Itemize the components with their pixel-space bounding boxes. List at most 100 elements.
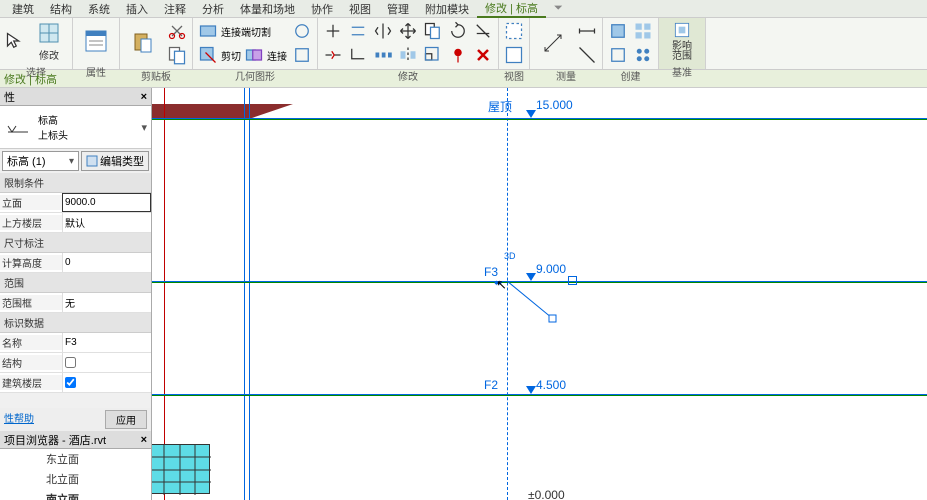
trim-corner-button[interactable]	[347, 44, 369, 66]
property-section-header: 限制条件	[0, 173, 151, 193]
property-section-header: 范围	[0, 273, 151, 293]
scale-button[interactable]	[422, 44, 444, 66]
property-checkbox[interactable]	[65, 377, 76, 388]
menu-item[interactable]: 注释	[156, 1, 194, 17]
copy-button[interactable]	[166, 44, 188, 66]
properties-palette-button[interactable]	[77, 20, 115, 62]
close-icon[interactable]: ×	[141, 91, 147, 103]
property-label: 立面	[0, 195, 62, 210]
level-marker-line[interactable]	[152, 394, 927, 395]
property-row: 立面9000.0	[0, 193, 151, 213]
menu-item[interactable]: 插入	[118, 1, 156, 17]
property-value[interactable]	[62, 353, 151, 372]
properties-header: 性 ×	[0, 88, 151, 106]
create-btn-2[interactable]	[632, 20, 654, 42]
level-marker-line[interactable]	[152, 118, 927, 119]
edit-type-button[interactable]: 编辑类型	[81, 151, 149, 171]
type-name: 上标头	[38, 127, 135, 142]
property-value[interactable]: 无	[62, 293, 151, 312]
property-value[interactable]: F3	[62, 333, 151, 352]
property-value[interactable]: 0	[62, 253, 151, 272]
menu-item[interactable]: 视图	[341, 1, 379, 17]
level-name-roof[interactable]: 屋顶	[488, 98, 512, 115]
property-row: 结构	[0, 353, 151, 373]
property-value[interactable]	[62, 373, 151, 392]
split-button[interactable]	[322, 44, 344, 66]
property-label: 上方楼层	[0, 215, 62, 230]
menu-item[interactable]: 协作	[303, 1, 341, 17]
view-hide-button[interactable]	[503, 20, 525, 42]
offset-button[interactable]	[347, 20, 369, 42]
create-btn-1[interactable]	[607, 20, 629, 42]
level-elev-roof[interactable]: 15.000	[536, 98, 573, 112]
copy-button[interactable]	[422, 20, 444, 42]
create-btn-3[interactable]	[607, 44, 629, 66]
property-row: 建筑楼层	[0, 373, 151, 393]
roof-slope[interactable]	[249, 104, 293, 119]
tree-item[interactable]: 东立面	[0, 449, 151, 469]
modify-button[interactable]: 修改	[30, 20, 68, 62]
property-value[interactable]: 9000.0	[62, 193, 151, 212]
instance-filter-dropdown[interactable]: 标高 (1)	[2, 151, 79, 171]
level-end-handle[interactable]	[507, 278, 567, 328]
menu-item[interactable]: 分析	[194, 1, 232, 17]
menu-item[interactable]: 体量和场地	[232, 1, 303, 17]
property-section-header: 尺寸标注	[0, 233, 151, 253]
3d-toggle[interactable]: 3D	[504, 251, 516, 261]
view-override-button[interactable]	[503, 44, 525, 66]
property-value[interactable]: 默认	[62, 213, 151, 232]
dim-button-2[interactable]	[576, 44, 598, 66]
create-btn-4[interactable]	[632, 44, 654, 66]
join-button[interactable]	[243, 44, 265, 66]
menu-item[interactable]: 管理	[379, 1, 417, 17]
menu-item[interactable]: 系统	[80, 1, 118, 17]
roof-element[interactable]	[152, 104, 250, 118]
property-row: 名称F3	[0, 333, 151, 353]
align-button[interactable]	[322, 20, 344, 42]
rotate-button[interactable]	[447, 20, 469, 42]
geom-btn-2[interactable]	[291, 44, 313, 66]
mirror-axis-button[interactable]	[372, 20, 394, 42]
menu-item[interactable]: 附加模块	[417, 1, 477, 17]
menu-item[interactable]: 建筑	[4, 1, 42, 17]
array-button[interactable]	[372, 44, 394, 66]
pin-button[interactable]	[447, 44, 469, 66]
cut-button[interactable]	[166, 20, 188, 42]
ribbon-group-label: 属性	[77, 62, 115, 79]
tree-item[interactable]: 南立面	[0, 489, 151, 500]
tree-item[interactable]: 北立面	[0, 469, 151, 489]
menu-item[interactable]: 结构	[42, 1, 80, 17]
level-elev-f1[interactable]: ±0.000	[528, 488, 565, 500]
cope-button[interactable]	[197, 20, 219, 42]
wall-line	[249, 88, 250, 500]
apply-button[interactable]: 应用	[105, 410, 147, 429]
selection-arrow-icon[interactable]	[4, 30, 26, 52]
delete-button[interactable]	[472, 44, 494, 66]
measure-button[interactable]	[534, 22, 572, 64]
level-elev-f3[interactable]: 9.000	[536, 262, 566, 276]
menu-item[interactable]: 修改 | 标高	[477, 0, 546, 18]
project-browser-tree[interactable]: 东立面北立面南立面西立面图例明细表/数量-图纸 (全部)+001 - 总平面图+…	[0, 449, 151, 500]
close-icon[interactable]: ×	[141, 434, 147, 446]
scope-box-button[interactable]: 影响 范围	[663, 20, 701, 62]
level-bubble-toggle[interactable]	[568, 276, 577, 285]
cut-geom-button[interactable]	[197, 44, 219, 66]
mirror-draw-button[interactable]	[397, 44, 419, 66]
level-name-f2[interactable]: F2	[484, 378, 498, 392]
trim-ext-button[interactable]	[472, 20, 494, 42]
paste-button[interactable]	[124, 22, 162, 64]
level-triangle-icon	[526, 110, 536, 118]
property-row: 计算高度0	[0, 253, 151, 273]
move-button[interactable]	[397, 20, 419, 42]
drawing-canvas[interactable]: 屋顶 15.000 F3 9.000 ⬌ 3D ↖ F2 4.500 ±0.00…	[152, 88, 927, 500]
level-elev-f2[interactable]: 4.500	[536, 378, 566, 392]
properties-help-link[interactable]: 性帮助	[4, 410, 34, 429]
join-label: 连接	[267, 48, 287, 63]
ribbon-group-label: 基准	[663, 62, 701, 79]
browser-header: 项目浏览器 - 酒店.rvt ×	[0, 431, 151, 449]
dropdown-icon[interactable]: ▾	[141, 121, 147, 134]
dim-button-1[interactable]	[576, 20, 598, 42]
ribbon-group-label: 几何图形	[197, 66, 313, 83]
geom-btn-1[interactable]	[291, 20, 313, 42]
property-checkbox[interactable]	[65, 357, 76, 368]
